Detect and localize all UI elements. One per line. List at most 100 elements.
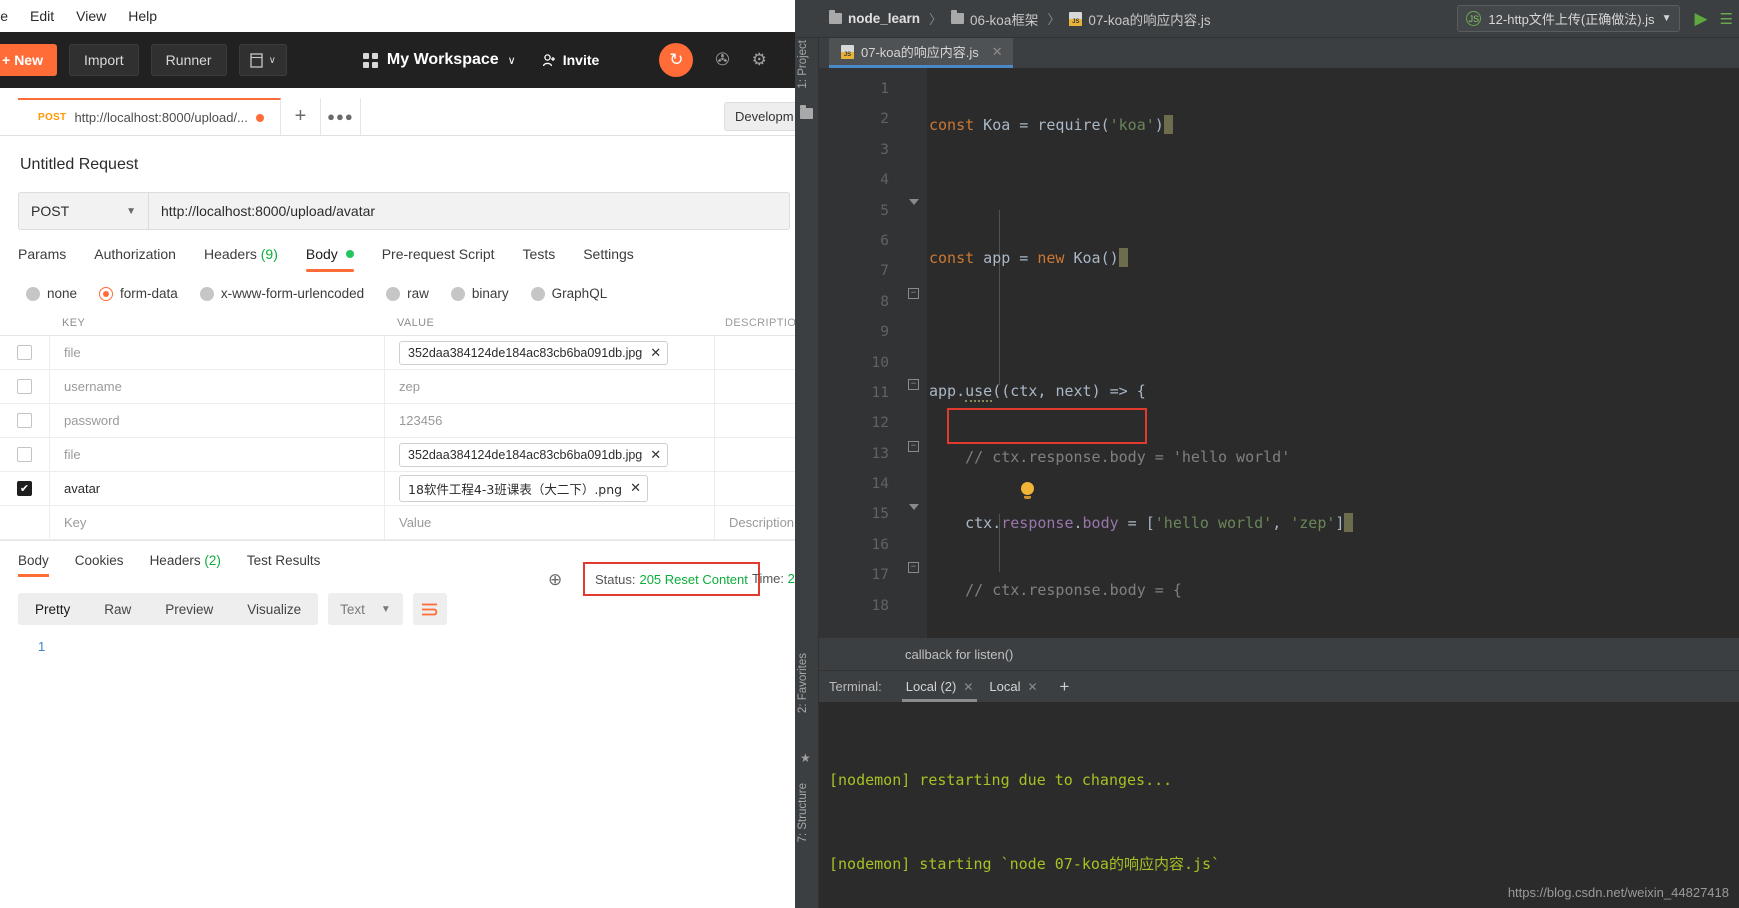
row-checkbox[interactable] [0,370,50,403]
time-label: Time: [752,571,785,586]
fold-collapse-icon[interactable]: − [908,288,919,299]
body-type-graphql[interactable]: GraphQL [530,286,607,301]
view-visualize[interactable]: Visualize [230,602,318,617]
terminal-tab-local[interactable]: Local ✕ [981,671,1045,702]
row-value[interactable]: zep [385,370,715,403]
menu-edit[interactable]: Edit [30,8,54,24]
response-tab-test-results[interactable]: Test Results [247,553,321,577]
row-checkbox[interactable]: ✔ [0,472,50,505]
close-icon[interactable]: ✕ [992,44,1003,60]
row-value[interactable]: 352daa384124de184ac83cb6ba091db.jpg ✕ [385,438,715,471]
satellite-icon[interactable]: ✇ [715,50,729,70]
response-tab-body[interactable]: Body [18,553,49,577]
remove-file-icon[interactable]: ✕ [650,447,661,463]
row-key[interactable]: file [50,336,385,369]
view-preview[interactable]: Preview [148,602,230,617]
tab-params[interactable]: Params [18,246,66,272]
tab-tests[interactable]: Tests [523,246,556,272]
tab-options-button[interactable]: ●●● [321,98,361,135]
row-key[interactable]: file [50,438,385,471]
fold-collapse-icon[interactable] [908,196,919,207]
body-type-urlencoded[interactable]: x-www-form-urlencoded [199,286,364,301]
tab-headers[interactable]: Headers (9) [204,246,278,272]
tab-pre-request-script[interactable]: Pre-request Script [382,246,495,272]
globe-icon[interactable]: ⊕ [548,570,562,590]
chevron-down-icon: ▼ [380,603,391,615]
project-folder-icon[interactable] [800,105,813,119]
format-selector[interactable]: Text ▼ [328,593,403,625]
row-checkbox[interactable] [0,336,50,369]
run-configuration-selector[interactable]: JS 12-http文件上传(正确做法).js ▼ [1457,5,1681,32]
new-terminal-button[interactable]: + [1060,677,1070,697]
invite-button[interactable]: Invite [542,52,599,68]
new-button[interactable]: + New [0,44,57,76]
tab-authorization[interactable]: Authorization [94,246,176,272]
body-type-raw[interactable]: raw [386,286,429,301]
sidebar-item-project[interactable]: 1: Project [797,40,809,89]
new-key-input[interactable]: Key [50,506,385,539]
url-input[interactable]: http://localhost:8000/upload/avatar [148,192,790,230]
row-value[interactable]: 352daa384124de184ac83cb6ba091db.jpg ✕ [385,336,715,369]
wrap-lines-button[interactable] [412,593,447,625]
run-button[interactable]: ▶ [1694,9,1707,29]
view-raw[interactable]: Raw [87,602,148,617]
fold-collapse-icon[interactable] [908,501,919,512]
close-icon[interactable]: ✕ [963,680,973,694]
breadcrumb-file[interactable]: 07-koa的响应内容.js [1069,9,1211,29]
row-value[interactable]: 123456 [385,404,715,437]
row-checkbox[interactable] [0,438,50,471]
method-selector[interactable]: POST ▼ [18,192,148,230]
debug-button[interactable]: ☰ [1720,10,1733,28]
row-key[interactable]: avatar [50,472,385,505]
url-row: POST ▼ http://localhost:8000/upload/avat… [18,192,790,230]
terminal-tab-local-2[interactable]: Local (2) ✕ [898,671,982,702]
menu-file[interactable]: ile [0,8,8,24]
menu-help[interactable]: Help [128,8,157,24]
code-editor[interactable]: 1 2 3 4 5 6 7 8 9 10 11 12 13 14 15 16 1… [819,68,1739,638]
row-key[interactable]: username [50,370,385,403]
remove-file-icon[interactable]: ✕ [630,481,641,496]
row-value[interactable]: 18软件工程4-3班课表（大二下）.png ✕ [385,472,715,505]
tab-settings[interactable]: Settings [583,246,634,272]
favorites-star-icon[interactable]: ★ [800,751,811,765]
sidebar-item-favorites[interactable]: 2: Favorites [797,653,809,713]
line-number: 18 [871,597,889,614]
file-chip[interactable]: 352daa384124de184ac83cb6ba091db.jpg ✕ [399,442,669,467]
tab-body[interactable]: Body [305,246,354,272]
file-chip[interactable]: 352daa384124de184ac83cb6ba091db.jpg ✕ [399,340,669,365]
close-icon[interactable]: ✕ [1027,680,1037,694]
sync-button[interactable]: ↻ [659,43,694,77]
fold-collapse-icon[interactable]: − [908,441,919,452]
remove-file-icon[interactable]: ✕ [650,345,661,361]
file-chip[interactable]: 18软件工程4-3班课表（大二下）.png ✕ [399,475,648,502]
line-number: 7 [880,263,889,280]
row-key[interactable]: password [50,404,385,437]
new-window-button[interactable]: ∨ [238,44,287,76]
sidebar-item-structure[interactable]: 7: Structure [797,783,809,842]
chevron-down-icon: ∨ [268,54,276,66]
response-tab-headers[interactable]: Headers (2) [150,553,221,577]
body-type-form-data[interactable]: form-data [99,286,178,301]
import-button[interactable]: Import [68,44,139,76]
gear-icon[interactable]: ⚙ [752,50,767,70]
workspace-selector[interactable]: My Workspace ∨ [362,51,516,69]
fold-collapse-icon[interactable]: − [908,379,919,390]
response-tab-cookies[interactable]: Cookies [75,553,124,577]
runner-button[interactable]: Runner [150,44,227,76]
body-type-none[interactable]: none [26,286,77,301]
status-label: Status: [595,571,636,587]
view-pretty[interactable]: Pretty [18,602,87,617]
breadcrumb-koa-folder[interactable]: 06-koa框架 [951,9,1038,29]
fold-collapse-icon[interactable]: − [908,562,919,573]
new-tab-button[interactable]: + [281,98,321,135]
breadcrumb-node-learn[interactable]: node_learn [829,10,920,26]
code-content[interactable]: const Koa = require('koa') const app = n… [927,68,1739,638]
request-tab[interactable]: POST http://localhost:8000/upload/... [18,98,281,135]
row-checkbox[interactable] [0,404,50,437]
terminal-output[interactable]: [nodemon] restarting due to changes... [… [819,702,1739,908]
body-type-binary[interactable]: binary [450,286,509,301]
new-value-input[interactable]: Value [385,506,715,539]
editor-tab-active[interactable]: 07-koa的响应内容.js ✕ [829,38,1013,68]
response-body-editor[interactable]: 1 [0,639,810,654]
menu-view[interactable]: View [76,8,106,24]
